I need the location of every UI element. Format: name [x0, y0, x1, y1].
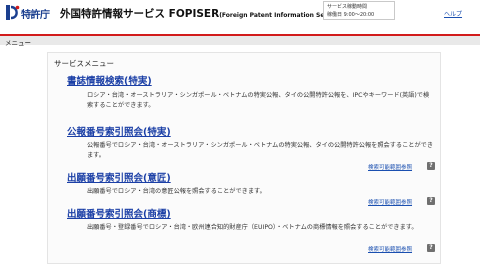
help-link[interactable]: ヘルプ [444, 9, 462, 18]
service-menu-title: サービスメニュー [54, 59, 114, 68]
menu-bar-label: メニュー [5, 39, 31, 47]
trademark-application-range-link[interactable]: 検索可能範囲参照 [368, 245, 412, 253]
trademark-application-description: 出願番号・登録番号でロシア・台湾・欧州連合知的財産庁（EUIPO）・ベトナムの商… [87, 224, 418, 231]
bibliographic-search-description: ロシア・台湾・オーストラリア・シンガポール・ベトナムの特実公報、タイの公開特許公… [87, 92, 430, 109]
help-question-icon[interactable]: ? [427, 197, 435, 205]
design-application-link[interactable]: 出願番号索引照会(意匠) [67, 170, 171, 184]
help-question-icon[interactable]: ? [427, 244, 435, 252]
header: 特許庁 外国特許情報サービス FOPISER(Foreign Patent In… [0, 0, 480, 34]
app-title-main: 外国特許情報サービス FOPISER [60, 8, 220, 20]
service-hours-value: 稼働日 9:00～20:00 [327, 12, 375, 18]
jpo-logo-icon [6, 5, 20, 20]
trademark-application-link[interactable]: 出願番号索引照会(商標) [67, 206, 171, 220]
publication-number-link[interactable]: 公報番号索引照会(特実) [67, 124, 171, 138]
design-application-range-link[interactable]: 検索可能範囲参照 [368, 198, 412, 206]
service-hours-label: サービス稼動時間 [327, 4, 368, 10]
publication-number-range-link[interactable]: 検索可能範囲参照 [368, 163, 412, 171]
help-question-icon[interactable]: ? [427, 162, 435, 170]
app-title: 外国特許情報サービス FOPISER(Foreign Patent Inform… [60, 6, 344, 21]
logo-text: 特許庁 [21, 10, 50, 21]
menu-bar: メニュー [0, 34, 480, 47]
publication-number-description: 公報番号でロシア・台湾・オーストラリア・シンガポール・ベトナムの特実公報、タイの… [87, 142, 434, 159]
design-application-description: 出願番号でロシア・台湾の意匠公報を照会することができます。 [87, 188, 266, 195]
bibliographic-search-link[interactable]: 書誌情報検索(特実) [67, 73, 152, 87]
